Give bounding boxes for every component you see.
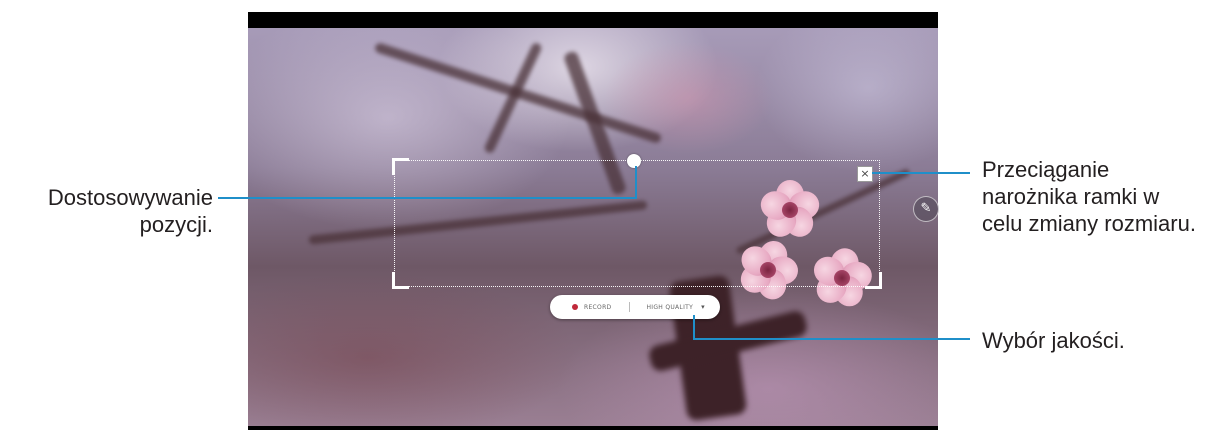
callout-resize-line1: Przeciąganie xyxy=(982,157,1110,182)
callout-quality: Wybór jakości. xyxy=(982,328,1125,353)
record-dot-icon[interactable] xyxy=(572,304,578,310)
resize-corner-bottom-right[interactable] xyxy=(865,272,882,289)
resize-corner-bottom-left[interactable] xyxy=(392,272,409,289)
callout-leader-line xyxy=(693,338,970,340)
quality-selector[interactable]: HIGH QUALITY xyxy=(646,304,693,311)
callout-leader-line xyxy=(218,197,637,199)
callout-leader-line xyxy=(693,315,695,340)
resize-corner-top-left[interactable] xyxy=(392,158,409,175)
capture-area-frame[interactable] xyxy=(392,158,882,289)
callout-position: Dostosowywanie pozycji. xyxy=(8,184,213,238)
callout-position-line1: Dostosowywanie xyxy=(47,185,213,210)
callout-resize: Przeciąganie narożnika ramki w celu zmia… xyxy=(982,156,1196,237)
close-icon[interactable]: × xyxy=(857,166,873,182)
toolbar-divider xyxy=(629,302,631,312)
move-handle[interactable] xyxy=(627,154,641,168)
chevron-down-icon[interactable]: ▾ xyxy=(701,303,705,311)
record-button[interactable]: RECORD xyxy=(584,304,611,311)
callout-resize-line3: celu zmiany rozmiaru. xyxy=(982,211,1196,236)
callout-position-line2: pozycji. xyxy=(139,212,213,237)
pen-icon[interactable]: ✎ xyxy=(913,196,939,222)
callout-leader-line xyxy=(872,172,970,174)
callout-resize-line2: narożnika ramki w xyxy=(982,184,1160,209)
callout-leader-line xyxy=(635,166,637,199)
